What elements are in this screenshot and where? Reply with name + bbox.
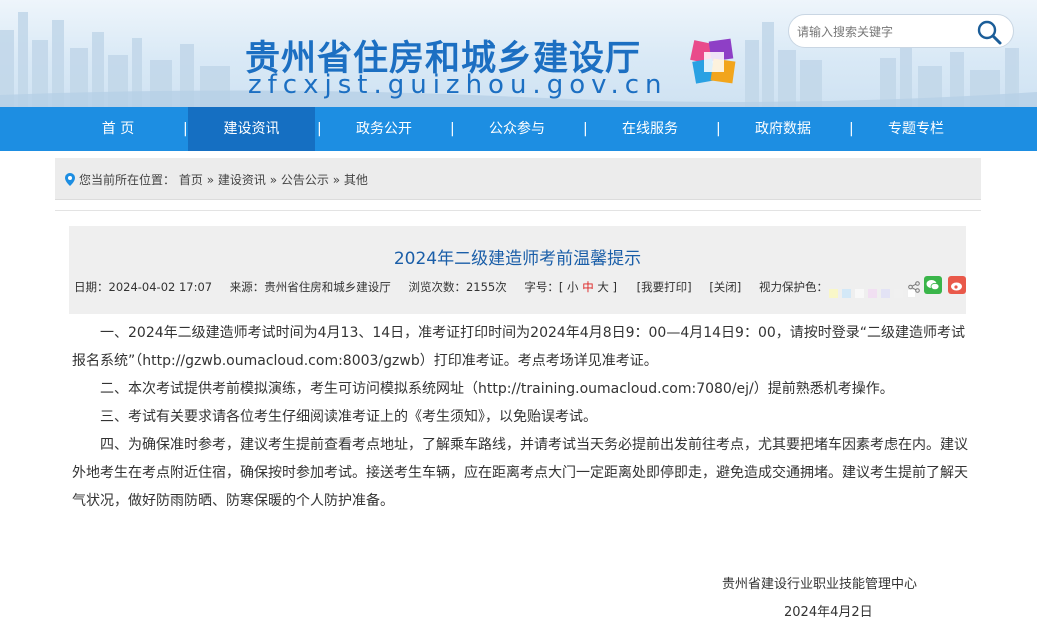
- breadcrumb-sep: »: [206, 173, 215, 187]
- article-meta: 日期：2024-04-02 17:07 来源：贵州省住房和城乡建设厅 浏览次数：…: [74, 279, 842, 295]
- breadcrumb-sep: »: [269, 173, 278, 187]
- location-pin-icon: [65, 173, 75, 186]
- breadcrumb-construction-news[interactable]: 建设资讯: [218, 173, 266, 187]
- article-paragraph: 三、考试有关要求请各位考生仔细阅读准考证上的《考生须知》，以免贻误考试。: [100, 409, 597, 425]
- breadcrumb: 您当前所在位置： 首页 » 建设资讯 » 公告公示 » 其他: [55, 158, 981, 200]
- font-large-button[interactable]: 大: [597, 280, 609, 294]
- breadcrumb-other[interactable]: 其他: [344, 173, 368, 187]
- article-source: 来源：贵州省住房和城乡建设厅: [229, 280, 391, 294]
- search-input[interactable]: [797, 21, 967, 43]
- close-button[interactable]: [关闭]: [709, 280, 741, 294]
- nav-online-services[interactable]: 在线服务: [586, 107, 714, 151]
- article-title: 2024年二级建造师考前温馨提示: [393, 249, 642, 269]
- nav-government-data[interactable]: 政府数据: [719, 107, 847, 151]
- font-medium-button[interactable]: 中: [582, 280, 594, 294]
- wechat-logo-icon: [926, 280, 940, 291]
- nav-government-affairs[interactable]: 政务公开: [320, 107, 448, 151]
- font-size-control: 字号：[ 小 中 大 ]: [524, 280, 617, 294]
- main-nav: 首 页 | 建设资讯 | 政务公开 | 公众参与 | 在线服务 | 政府数据 |…: [0, 107, 1037, 151]
- eye-protection-swatches: [829, 283, 920, 302]
- breadcrumb-announcements[interactable]: 公告公示: [281, 173, 329, 187]
- nav-construction-news[interactable]: 建设资讯: [188, 107, 315, 151]
- font-small-button[interactable]: 小: [567, 280, 579, 294]
- breadcrumb-prefix: 您当前所在位置：: [79, 173, 176, 187]
- eye-protection-label: 视力保护色：: [758, 280, 828, 294]
- swatch-yellow[interactable]: [829, 289, 838, 298]
- nav-separator: |: [183, 121, 188, 137]
- font-size-close: ]: [612, 280, 618, 294]
- site-domain: zfcxjst.guizhou.gov.cn: [248, 70, 668, 100]
- view-count: 浏览次数：2155次: [408, 280, 507, 294]
- swatch-gray[interactable]: [894, 289, 903, 298]
- article-paragraph: 二、本次考试提供考前模拟演练，考生可访问模拟系统网址（http://traini…: [100, 381, 894, 397]
- article-paragraph: 四、为确保准时参考，建议考生提前查看考点地址，了解乘车路线，并请考试当天务必提前…: [72, 437, 968, 509]
- article-body: 一、2024年二级建造师考试时间为4月13、14日，准考证打印时间为2024年4…: [72, 319, 968, 515]
- swatch-blue[interactable]: [842, 289, 851, 298]
- print-button[interactable]: [我要打印]: [637, 280, 692, 294]
- swatch-lavender[interactable]: [881, 289, 890, 298]
- swatch-white[interactable]: [855, 289, 864, 298]
- nav-special-topics[interactable]: 专题专栏: [852, 107, 980, 151]
- article-paragraph: 一、2024年二级建造师考试时间为4月13、14日，准考证打印时间为2024年4…: [72, 325, 966, 369]
- article-header: 2024年二级建造师考前温馨提示 日期：2024-04-02 17:07 来源：…: [69, 226, 966, 314]
- weibo-logo-icon: [951, 282, 962, 291]
- share-icon[interactable]: [908, 281, 920, 293]
- issuer-signature: 贵州省建设行业职业技能管理中心: [722, 577, 918, 592]
- divider: [55, 210, 981, 211]
- nav-public-participation[interactable]: 公众参与: [453, 107, 581, 151]
- wechat-share-icon[interactable]: [924, 276, 942, 294]
- breadcrumb-sep: »: [332, 173, 341, 187]
- search-icon[interactable]: [975, 18, 1003, 46]
- issue-date: 2024年4月2日: [784, 605, 873, 620]
- nav-home[interactable]: 首 页: [52, 107, 184, 151]
- breadcrumb-home[interactable]: 首页: [179, 173, 203, 187]
- breadcrumb-trail: 您当前所在位置： 首页 » 建设资讯 » 公告公示 » 其他: [65, 171, 368, 188]
- swatch-pink[interactable]: [868, 289, 877, 298]
- weibo-share-icon[interactable]: [948, 276, 966, 294]
- department-emblem-icon: [690, 38, 736, 84]
- search-box: [788, 14, 1014, 48]
- publish-date: 日期：2024-04-02 17:07: [74, 280, 213, 294]
- font-size-label: 字号：[: [524, 280, 564, 294]
- site-header: 贵州省住房和城乡建设厅 zfcxjst.guizhou.gov.cn: [0, 0, 1037, 107]
